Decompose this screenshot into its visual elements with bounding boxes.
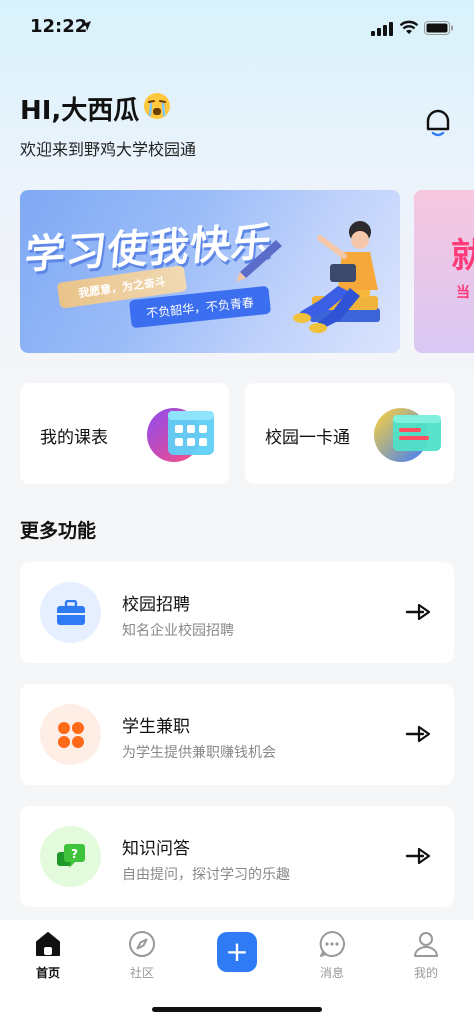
cellular-signal-icon	[371, 22, 393, 36]
greeting-title: HI,大西瓜	[20, 96, 140, 126]
campus-card-icon	[374, 408, 441, 462]
feature-title: 校园招聘	[122, 595, 190, 615]
banner-carousel-slide[interactable]: 学习使我快乐	[20, 190, 400, 353]
feature-card-student-parttime[interactable]: 学生兼职 为学生提供兼职赚钱机会	[20, 684, 454, 785]
home-indicator	[152, 1007, 322, 1012]
add-post-button[interactable]: +	[217, 932, 257, 972]
tab-messages[interactable]: 消息	[302, 930, 362, 981]
quick-card-schedule[interactable]: 我的课表	[20, 383, 229, 484]
feature-card-knowledge-qa[interactable]: ? 知识问答 自由提问，探讨学习的乐趣	[20, 806, 454, 907]
tab-home[interactable]: 首页	[18, 930, 78, 981]
banner-next-title: 就	[451, 236, 474, 276]
qa-chat-icon: ?	[40, 826, 101, 887]
feature-title: 知识问答	[122, 839, 190, 859]
feature-subtitle: 自由提问，探讨学习的乐趣	[122, 867, 290, 883]
compass-icon	[129, 931, 155, 957]
feature-card-campus-recruitment[interactable]: 校园招聘 知名企业校园招聘	[20, 562, 454, 663]
arrow-right-icon[interactable]	[405, 602, 431, 622]
arrow-right-icon[interactable]	[405, 846, 431, 866]
svg-text:?: ?	[71, 847, 78, 861]
profile-icon	[414, 932, 438, 957]
message-icon	[319, 931, 345, 957]
feature-subtitle: 为学生提供兼职赚钱机会	[122, 745, 276, 761]
home-icon	[36, 932, 60, 956]
tab-community[interactable]: 社区	[112, 930, 172, 981]
crying-emoji-icon	[144, 93, 170, 119]
tab-label: 首页	[35, 966, 60, 980]
notification-bell-icon[interactable]	[424, 108, 452, 138]
quick-card-label: 校园一卡通	[265, 428, 350, 448]
tab-profile[interactable]: 我的	[396, 930, 456, 981]
battery-icon	[424, 21, 453, 35]
feature-title: 学生兼职	[122, 717, 190, 737]
welcome-subtitle: 欢迎来到野鸡大学校园通	[20, 140, 197, 159]
tab-label: 我的	[413, 966, 438, 980]
banner-tags	[20, 190, 400, 353]
clover-icon	[40, 704, 101, 765]
tab-label: 消息	[319, 966, 344, 980]
quick-card-label: 我的课表	[40, 428, 108, 448]
feature-subtitle: 知名企业校园招聘	[122, 623, 234, 639]
status-bar: 12:22	[0, 0, 474, 58]
tab-label: 社区	[129, 966, 154, 980]
location-arrow-icon	[81, 21, 91, 31]
arrow-right-icon[interactable]	[405, 724, 431, 744]
banner-next-subtitle: 当	[456, 285, 470, 301]
status-time: 12:22	[30, 16, 88, 37]
schedule-icon	[147, 408, 214, 462]
banner-next-slide[interactable]: 就 当	[414, 190, 474, 353]
section-title-more-features: 更多功能	[20, 520, 97, 542]
quick-card-campus-card[interactable]: 校园一卡通	[245, 383, 454, 484]
briefcase-icon	[40, 582, 101, 643]
wifi-icon	[399, 20, 419, 34]
